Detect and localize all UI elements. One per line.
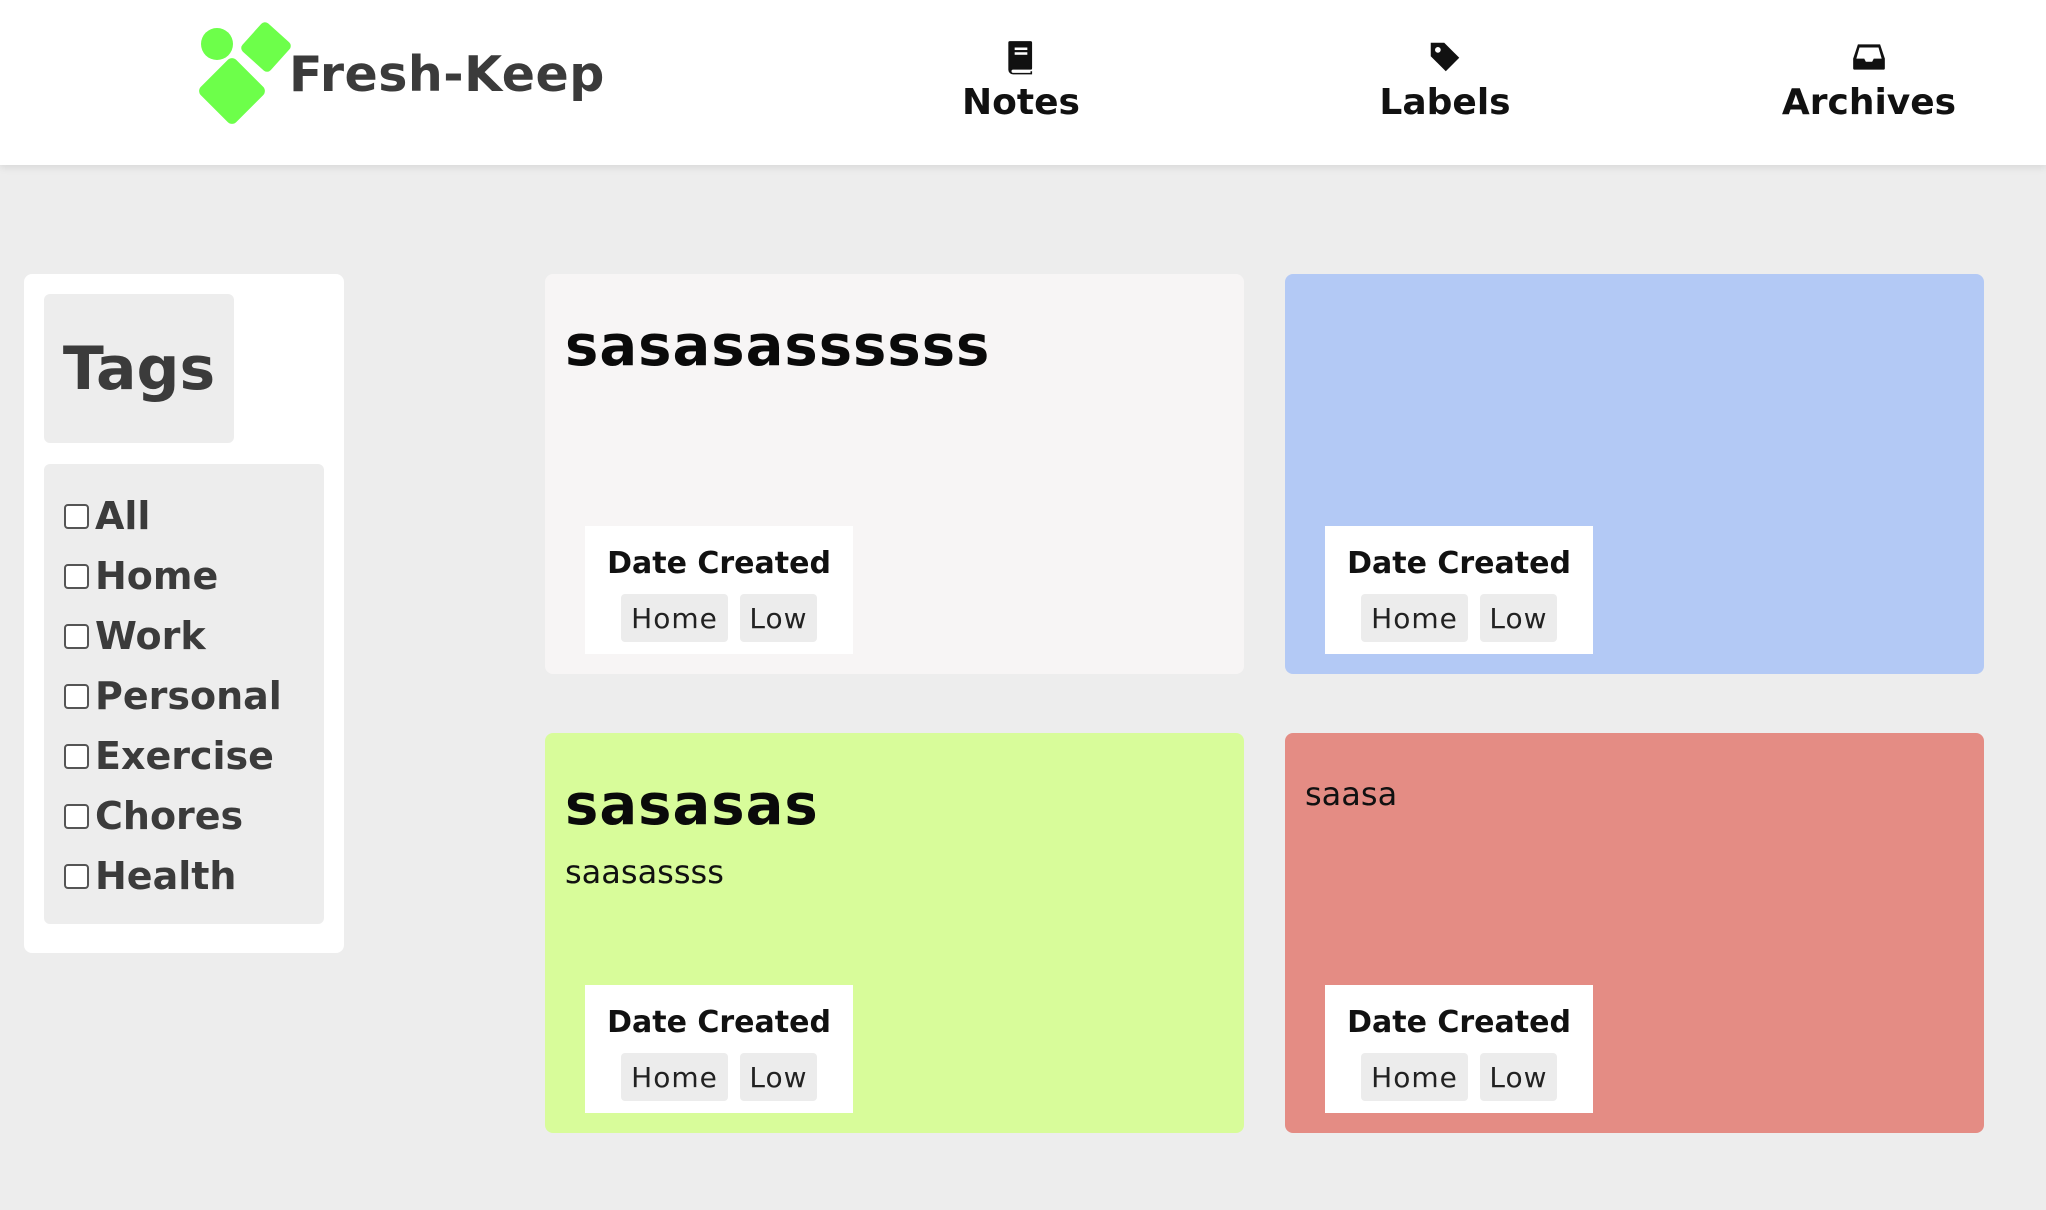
tags-list: All Home Work Personal Exercise Chores H… bbox=[44, 464, 324, 924]
priority-chip: Low bbox=[1480, 594, 1557, 642]
tag-checkbox[interactable] bbox=[64, 563, 89, 589]
nav-labels[interactable]: Labels bbox=[1335, 38, 1555, 123]
category-chip: Home bbox=[1361, 1053, 1468, 1101]
tag-filter-chores[interactable]: Chores bbox=[64, 786, 324, 846]
date-created-label: Date Created bbox=[1347, 546, 1571, 581]
logo-icon bbox=[199, 22, 291, 124]
tag-label: Health bbox=[95, 854, 237, 898]
date-created-label: Date Created bbox=[607, 1005, 831, 1040]
note-card[interactable]: sasasassssss Date Created Home Low bbox=[545, 274, 1244, 674]
priority-chip: Low bbox=[1480, 1053, 1557, 1101]
tags-sidebar: Tags All Home Work Personal Exercise Cho… bbox=[24, 274, 344, 953]
tag-checkbox[interactable] bbox=[64, 683, 89, 709]
note-body: saasassss bbox=[565, 853, 724, 891]
note-meta: Date Created Home Low bbox=[585, 985, 853, 1113]
brand-name: Fresh-Keep bbox=[289, 45, 605, 103]
tag-checkbox[interactable] bbox=[64, 623, 89, 649]
tag-filter-personal[interactable]: Personal bbox=[64, 666, 324, 726]
nav-archives-label: Archives bbox=[1781, 82, 1957, 123]
nav-archives[interactable]: Archives bbox=[1759, 38, 1979, 123]
nav-labels-label: Labels bbox=[1379, 82, 1511, 123]
tag-label: Chores bbox=[95, 794, 244, 838]
tag-label: Work bbox=[95, 614, 206, 658]
tag-label: Personal bbox=[95, 674, 282, 718]
brand[interactable]: Fresh-Keep bbox=[195, 22, 605, 126]
tag-icon bbox=[1430, 42, 1460, 72]
tag-checkbox[interactable] bbox=[64, 863, 89, 889]
note-card[interactable]: sasasas saasassss Date Created Home Low bbox=[545, 733, 1244, 1133]
note-title: sasasas bbox=[565, 773, 819, 838]
tags-heading: Tags bbox=[62, 333, 216, 404]
category-chip: Home bbox=[621, 1053, 728, 1101]
nav-notes-label: Notes bbox=[962, 82, 1080, 123]
date-created-label: Date Created bbox=[1347, 1005, 1571, 1040]
tag-filter-all[interactable]: All bbox=[64, 486, 324, 546]
note-card[interactable]: Date Created Home Low bbox=[1285, 274, 1984, 674]
tags-heading-box: Tags bbox=[44, 294, 234, 443]
tag-label: All bbox=[95, 494, 151, 538]
note-body: saasa bbox=[1305, 775, 1398, 813]
priority-chip: Low bbox=[740, 1053, 817, 1101]
tag-filter-home[interactable]: Home bbox=[64, 546, 324, 606]
tag-checkbox[interactable] bbox=[64, 803, 89, 829]
tag-checkbox[interactable] bbox=[64, 503, 89, 529]
tag-checkbox[interactable] bbox=[64, 743, 89, 769]
category-chip: Home bbox=[621, 594, 728, 642]
book-icon bbox=[1008, 41, 1033, 75]
inbox-icon bbox=[1853, 44, 1885, 70]
nav-notes[interactable]: Notes bbox=[911, 38, 1131, 123]
tag-filter-health[interactable]: Health bbox=[64, 846, 324, 906]
top-navbar: Fresh-Keep Notes Labels Archives bbox=[0, 0, 2046, 165]
priority-chip: Low bbox=[740, 594, 817, 642]
note-meta: Date Created Home Low bbox=[1325, 526, 1593, 654]
date-created-label: Date Created bbox=[607, 546, 831, 581]
note-card[interactable]: saasa Date Created Home Low bbox=[1285, 733, 1984, 1133]
note-title: sasasassssss bbox=[565, 314, 991, 379]
tag-filter-work[interactable]: Work bbox=[64, 606, 324, 666]
tag-filter-exercise[interactable]: Exercise bbox=[64, 726, 324, 786]
note-meta: Date Created Home Low bbox=[1325, 985, 1593, 1113]
note-meta: Date Created Home Low bbox=[585, 526, 853, 654]
tag-label: Exercise bbox=[95, 734, 274, 778]
tag-label: Home bbox=[95, 554, 219, 598]
category-chip: Home bbox=[1361, 594, 1468, 642]
